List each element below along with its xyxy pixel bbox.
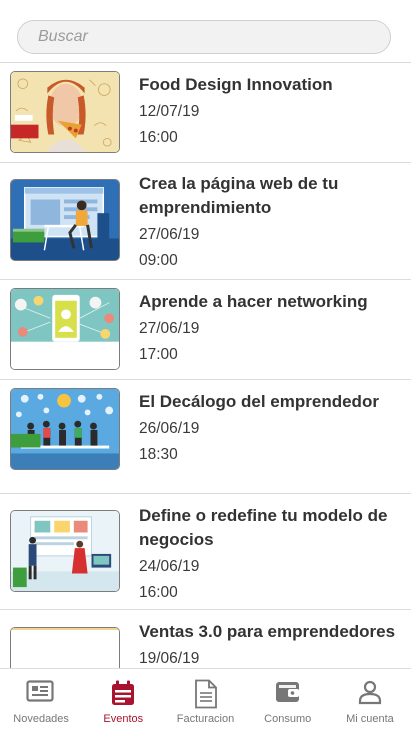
tab-label: Consumo [264,713,312,725]
tab-eventos[interactable]: Eventos [82,669,164,736]
event-date: 24/06/19 [139,558,200,575]
event-date: 27/06/19 [139,320,200,337]
event-time: 16:00 [139,584,178,601]
event-title: Define o redefine tu modelo de negocios [139,506,388,549]
calendar-icon [112,680,135,705]
event-thumbnail [10,71,120,153]
event-time: 17:00 [139,346,178,363]
event-title: Crea la página web de tu emprendimiento [139,174,339,217]
event-list[interactable]: Food Design Innovation 12/07/19 16:00 Cr… [0,63,411,668]
event-time: 09:00 [139,252,178,269]
tab-label: Novedades [13,713,69,725]
tab-consumo[interactable]: Consumo [247,669,329,736]
tab-facturacion[interactable]: Facturacion [164,669,246,736]
tab-label: Mi cuenta [346,713,394,725]
event-thumbnail [10,388,120,470]
event-thumbnail [10,179,120,261]
event-time: 18:30 [139,446,178,463]
event-date: 12/07/19 [139,103,200,120]
event-item[interactable]: Food Design Innovation 12/07/19 16:00 [0,63,411,163]
event-date: 19/06/19 [139,650,200,667]
event-thumbnail [10,510,120,592]
newspaper-icon [26,680,54,702]
event-title: Food Design Innovation [139,75,333,94]
event-item[interactable]: El Decálogo del emprendedor 26/06/19 18:… [0,380,411,494]
event-thumbnail [10,288,120,370]
tab-mi-cuenta[interactable]: Mi cuenta [329,669,411,736]
search-header [0,0,411,63]
event-title: El Decálogo del emprendedor [139,392,379,411]
event-title: Aprende a hacer networking [139,292,368,311]
event-item[interactable]: Crea la página web de tu emprendimiento … [0,163,411,280]
wallet-icon [275,682,299,702]
tab-novedades[interactable]: Novedades [0,669,82,736]
user-icon [358,680,382,705]
document-icon [194,679,217,709]
tab-label: Eventos [103,713,144,725]
event-title: Ventas 3.0 para emprendedores [139,622,396,641]
event-thumbnail [10,627,120,668]
event-item[interactable]: Aprende a hacer networking 27/06/19 17:0… [0,280,411,380]
search-input[interactable] [17,20,391,54]
event-date: 27/06/19 [139,226,200,243]
event-item[interactable]: Ventas 3.0 para emprendedores 19/06/19 [0,610,411,668]
event-date: 26/06/19 [139,420,200,437]
tab-label: Facturacion [176,713,235,725]
event-time: 16:00 [139,129,178,146]
bottom-tab-bar: Novedades Eventos Facturacion Consumo Mi… [0,668,411,736]
event-item[interactable]: Define o redefine tu modelo de negocios … [0,494,411,610]
